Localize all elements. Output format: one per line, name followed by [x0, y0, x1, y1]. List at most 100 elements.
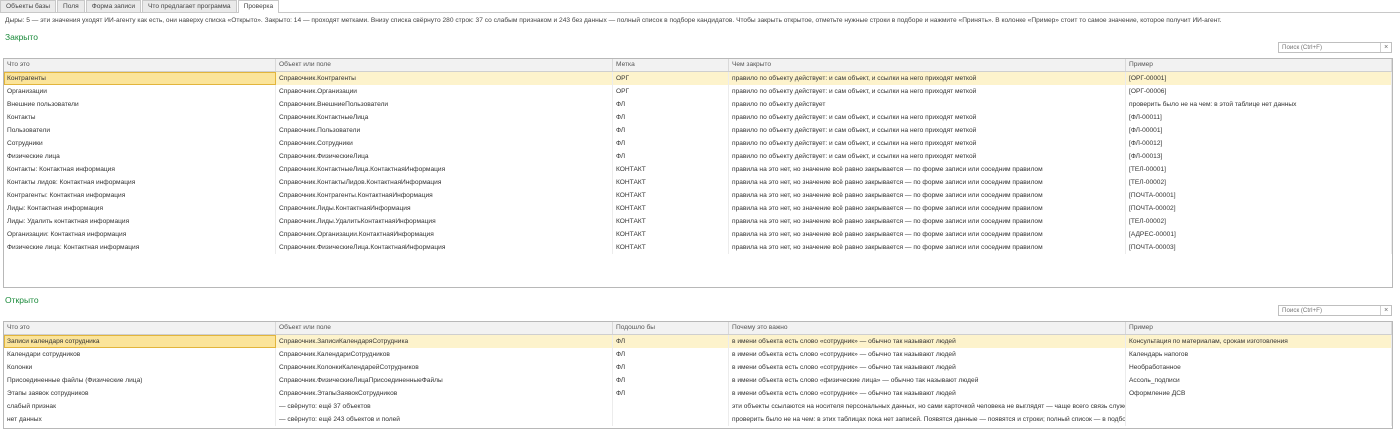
column-header[interactable]: Пример	[1126, 322, 1392, 334]
table-cell: Этапы заявок сотрудников	[4, 387, 276, 400]
table-cell: Справочник.КолонкиКалендарейСотрудников	[276, 361, 613, 374]
table-cell: правило по объекту действует: и сам объе…	[729, 111, 1126, 124]
table-cell: правила на это нет, но значение всё равн…	[729, 163, 1126, 176]
table-cell: [ТЕЛ-00002]	[1126, 215, 1392, 228]
table-cell: правила на это нет, но значение всё равн…	[729, 176, 1126, 189]
table-row[interactable]: Присоединенные файлы (Физические лица) Сп…	[4, 374, 1392, 387]
column-header[interactable]: Объект или поле	[276, 322, 613, 334]
tab-database-objects[interactable]: Объекты базы	[0, 0, 57, 12]
table-cell: [ОРГ-00001]	[1126, 72, 1392, 85]
table-cell	[613, 413, 729, 426]
table-cell: Справочник.ВнешниеПользователи	[276, 98, 613, 111]
table-cell: Записи календаря сотрудника	[4, 335, 276, 348]
table-cell: Справочник.ЭтапыЗаявокСотрудников	[276, 387, 613, 400]
tab-program-suggestions[interactable]: Что предлагает программа	[142, 0, 237, 12]
table-cell: правило по объекту действует: и сам объе…	[729, 137, 1126, 150]
table-cell: КОНТАКТ	[613, 202, 729, 215]
table-cell: ФЛ	[613, 335, 729, 348]
table-row[interactable]: Контрагенты: Контактная информация Справо…	[4, 189, 1392, 202]
table-cell: Справочник.КалендариСотрудников	[276, 348, 613, 361]
table-cell: Контрагенты: Контактная информация	[4, 189, 276, 202]
table-cell: [ФЛ-00011]	[1126, 111, 1392, 124]
table-cell: Справочник.ФизическиеЛицаПрисоединенныеФ…	[276, 374, 613, 387]
table-cell: в имени объекта есть слово «сотрудник» —…	[729, 348, 1126, 361]
table-row[interactable]: Контакты Справочник.КонтактныеЛица ФЛ прави…	[4, 111, 1392, 124]
column-header[interactable]: Подошло бы	[613, 322, 729, 334]
tab-record-form[interactable]: Форма записи	[85, 0, 142, 12]
table-row[interactable]: Сотрудники Справочник.Сотрудники ФЛ правило…	[4, 137, 1392, 150]
table-cell: КОНТАКТ	[613, 176, 729, 189]
table-cell: Оформление ДСВ	[1126, 387, 1392, 400]
column-header[interactable]: Что это	[4, 322, 276, 334]
table-cell: Организации	[4, 85, 276, 98]
table-cell: Контрагенты	[4, 72, 276, 85]
table-row[interactable]: Пользователи Справочник.Пользователи ФЛ пра…	[4, 124, 1392, 137]
table-cell: [ТЕЛ-00001]	[1126, 163, 1392, 176]
open-search-box: ×	[1278, 305, 1392, 316]
column-header[interactable]: Объект или поле	[276, 59, 613, 71]
table-cell: Справочник.Пользователи	[276, 124, 613, 137]
table-cell: Справочник.ФизическиеЛица.КонтактнаяИнфо…	[276, 241, 613, 254]
table-cell: ФЛ	[613, 387, 729, 400]
tab-fields[interactable]: Поля	[57, 0, 85, 12]
table-cell: Физические лица	[4, 150, 276, 163]
tab-check[interactable]: Проверка	[237, 0, 280, 13]
table-row[interactable]: Записи календаря сотрудника Справочник.За…	[4, 335, 1392, 348]
table-row[interactable]: Физические лица Справочник.ФизическиеЛица…	[4, 150, 1392, 163]
table-row[interactable]: Организации Справочник.Организации ОРГ прав…	[4, 85, 1392, 98]
closed-search-box: ×	[1278, 42, 1392, 53]
table-cell: ФЛ	[613, 374, 729, 387]
summary-text: Дыры: 5 — эти значения уходят ИИ-агенту …	[5, 17, 1222, 24]
open-table-header: Что это Объект или поле Подошло бы Почем…	[4, 322, 1392, 335]
table-cell: Необработанное	[1126, 361, 1392, 374]
table-cell: Справочник.КонтактныеЛица.КонтактнаяИнфо…	[276, 163, 613, 176]
table-cell: [ФЛ-00013]	[1126, 150, 1392, 163]
table-row[interactable]: Физические лица: Контактная информация Сп…	[4, 241, 1392, 254]
table-cell: Справочник.Лиды.УдалитьКонтактнаяИнформа…	[276, 215, 613, 228]
table-cell: [ОРГ-00006]	[1126, 85, 1392, 98]
table-row[interactable]: Этапы заявок сотрудников Справочник.Этапы…	[4, 387, 1392, 400]
table-cell: Справочник.Лиды.КонтактнаяИнформация	[276, 202, 613, 215]
table-cell: в имени объекта есть слово «сотрудник» —…	[729, 387, 1126, 400]
table-row[interactable]: Контрагенты Справочник.Контрагенты ОРГ прав…	[4, 72, 1392, 85]
table-cell: ОРГ	[613, 85, 729, 98]
table-row[interactable]: нет данных — свёрнуто: ещё 243 объектов и…	[4, 413, 1392, 426]
table-row[interactable]: Организации: Контактная информация Справо…	[4, 228, 1392, 241]
clear-icon[interactable]: ×	[1380, 43, 1391, 52]
table-row[interactable]: Контакты: Контактная информация Справочни…	[4, 163, 1392, 176]
table-cell: КОНТАКТ	[613, 189, 729, 202]
table-cell: [ПОЧТА-00003]	[1126, 241, 1392, 254]
table-cell: ФЛ	[613, 150, 729, 163]
table-cell: Присоединенные файлы (Физические лица)	[4, 374, 276, 387]
open-search-input[interactable]	[1279, 306, 1381, 315]
table-cell: правило по объекту действует: и сам объе…	[729, 72, 1126, 85]
table-cell: правило по объекту действует	[729, 98, 1126, 111]
column-header[interactable]: Почему это важно	[729, 322, 1126, 334]
table-cell: ОРГ	[613, 72, 729, 85]
table-row[interactable]: Внешние пользователи Справочник.ВнешниеПо…	[4, 98, 1392, 111]
table-row[interactable]: Календари сотрудников Справочник.Календар…	[4, 348, 1392, 361]
open-table: Что это Объект или поле Подошло бы Почем…	[3, 321, 1393, 429]
table-row[interactable]: Лиды: Контактная информация Справочник.Ли…	[4, 202, 1392, 215]
table-cell	[1126, 400, 1392, 413]
table-row[interactable]: Контакты лидов: Контактная информация Спр…	[4, 176, 1392, 189]
table-cell: КОНТАКТ	[613, 228, 729, 241]
column-header[interactable]: Что это	[4, 59, 276, 71]
table-row[interactable]: Лиды: Удалить контактная информация Справ…	[4, 215, 1392, 228]
closed-search-input[interactable]	[1279, 43, 1381, 52]
column-header[interactable]: Пример	[1126, 59, 1392, 71]
table-cell: в имени объекта есть слово «сотрудник» —…	[729, 361, 1126, 374]
table-cell: КОНТАКТ	[613, 215, 729, 228]
column-header[interactable]: Чем закрыто	[729, 59, 1126, 71]
table-cell: Справочник.ЗаписиКалендаряСотрудника	[276, 335, 613, 348]
clear-icon[interactable]: ×	[1380, 306, 1391, 315]
table-cell: Организации: Контактная информация	[4, 228, 276, 241]
table-row[interactable]: слабый признак — свёрнуто: ещё 37 объекто…	[4, 400, 1392, 413]
table-cell: Справочник.КонтактныеЛица	[276, 111, 613, 124]
table-cell: правила на это нет, но значение всё равн…	[729, 241, 1126, 254]
table-row[interactable]: Колонки Справочник.КолонкиКалендарейСотру…	[4, 361, 1392, 374]
table-cell: Календари сотрудников	[4, 348, 276, 361]
table-cell: ФЛ	[613, 98, 729, 111]
table-cell: [АДРЕС-00001]	[1126, 228, 1392, 241]
column-header[interactable]: Метка	[613, 59, 729, 71]
